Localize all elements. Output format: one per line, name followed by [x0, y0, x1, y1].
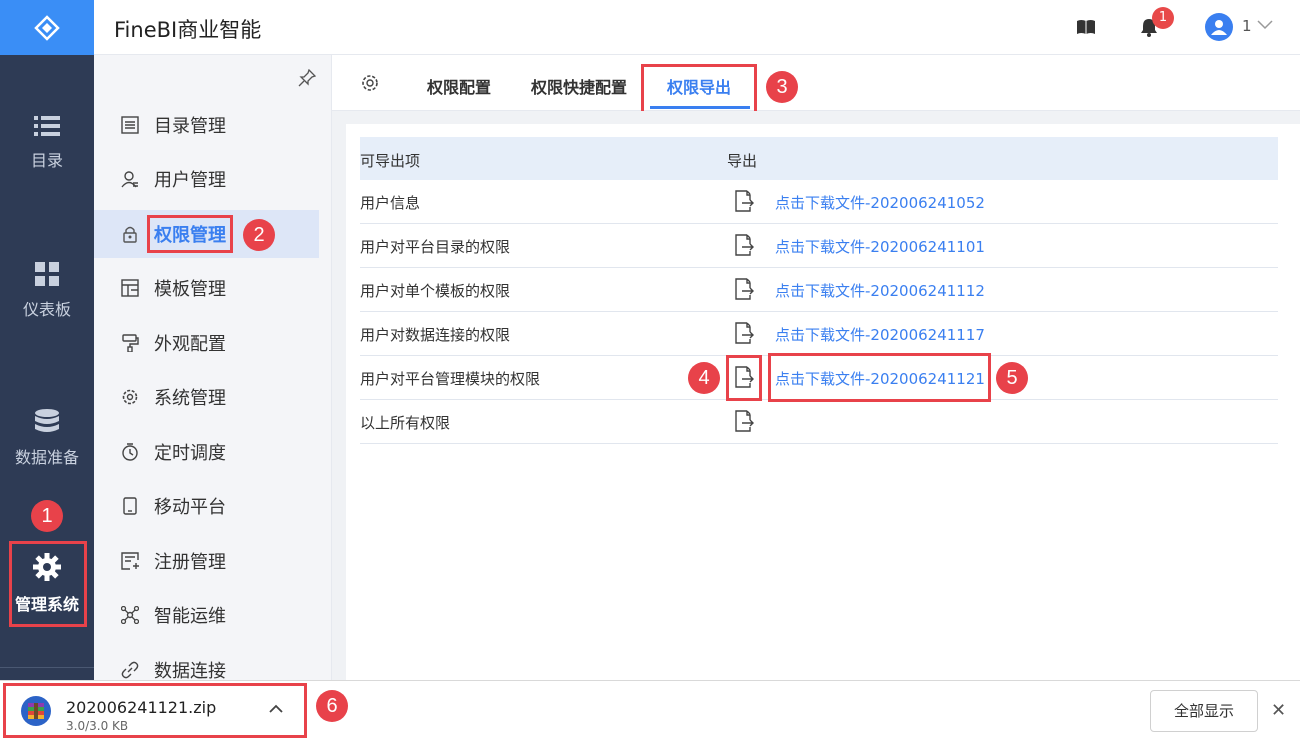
submenu-item-system[interactable]: 系统管理 [94, 373, 319, 421]
admin-submenu: 目录管理 用户管理 权限管理 模板管理 外观配置 系统管理 定时调度 移动平台 … [94, 55, 331, 682]
lock-icon [120, 224, 140, 244]
nav-label: 目录 [30, 151, 63, 170]
submenu-label: 目录管理 [154, 116, 226, 137]
annotation-box-1 [9, 541, 87, 627]
pin-icon[interactable] [298, 69, 316, 87]
table-row: 用户信息 点击下载文件-202006241052 [360, 180, 1278, 224]
user-icon [120, 169, 140, 189]
submenu-label: 系统管理 [154, 388, 226, 409]
annotation-marker-6: 6 [316, 690, 348, 722]
logo-icon [34, 14, 60, 41]
logo[interactable] [0, 0, 94, 55]
timer-icon [120, 442, 140, 462]
user-name[interactable]: 1 [1242, 17, 1252, 35]
annotation-marker-2: 2 [243, 219, 275, 251]
row-name: 用户对单个模板的权限 [360, 282, 511, 300]
export-file-icon[interactable] [734, 190, 754, 212]
show-all-button[interactable]: 全部显示 [1150, 690, 1258, 732]
nav-divider [0, 667, 94, 668]
annotation-box-5 [768, 353, 991, 402]
table-row: 用户对单个模板的权限 点击下载文件-202006241112 [360, 268, 1278, 312]
settings-icon[interactable] [360, 73, 380, 93]
submenu-label: 定时调度 [154, 443, 226, 464]
row-name: 用户对平台管理模块的权限 [360, 370, 541, 388]
template-icon [120, 278, 140, 298]
catalog-icon [120, 115, 140, 135]
submenu-item-schedule[interactable]: 定时调度 [94, 428, 319, 476]
nav-label: 数据准备 [14, 448, 79, 467]
tab-permission-config[interactable]: 权限配置 [427, 74, 491, 98]
submenu-label: 智能运维 [154, 606, 226, 627]
table-row: 以上所有权限 [360, 400, 1278, 444]
submenu-item-catalog[interactable]: 目录管理 [94, 101, 319, 149]
notification-badge: 1 [1152, 7, 1174, 29]
book-icon[interactable] [1076, 19, 1096, 35]
submenu-label: 权限管理 [147, 215, 233, 253]
submenu-item-permissions[interactable]: 权限管理 [94, 210, 319, 258]
table-row: 用户对数据连接的权限 点击下载文件-202006241117 [360, 312, 1278, 356]
avatar[interactable] [1205, 13, 1233, 41]
submenu-label: 注册管理 [154, 552, 226, 573]
submenu-label: 移动平台 [154, 497, 226, 518]
annotation-box-3 [641, 64, 757, 116]
nav-item-data-prep[interactable]: 数据准备 [0, 408, 94, 468]
annotation-marker-3: 3 [766, 71, 798, 103]
submenu-item-templates[interactable]: 模板管理 [94, 264, 319, 312]
download-link[interactable]: 点击下载文件-202006241101 [775, 236, 985, 257]
ops-icon [120, 605, 140, 625]
submenu-label: 用户管理 [154, 170, 226, 191]
tab-bar: 权限配置 权限快捷配置 权限导出 [332, 55, 1300, 116]
database-icon [35, 409, 59, 432]
link-icon [120, 660, 140, 680]
download-link[interactable]: 点击下载文件-202006241117 [775, 324, 985, 345]
export-file-icon[interactable] [734, 322, 754, 344]
list-icon [34, 116, 60, 136]
chevron-down-icon[interactable] [1257, 20, 1273, 30]
paint-icon [120, 333, 140, 353]
column-header-exportable: 可导出项 [360, 152, 421, 170]
mobile-icon [120, 496, 140, 516]
annotation-marker-4: 4 [688, 362, 720, 394]
download-link[interactable]: 点击下载文件-202006241112 [775, 280, 985, 301]
row-name: 用户对数据连接的权限 [360, 326, 511, 344]
close-icon[interactable]: ✕ [1271, 700, 1286, 721]
app-title: FineBI商业智能 [114, 18, 262, 42]
tab-permission-quick-config[interactable]: 权限快捷配置 [531, 74, 627, 98]
submenu-label: 外观配置 [154, 334, 226, 355]
table-row: 用户对平台目录的权限 点击下载文件-202006241101 [360, 224, 1278, 268]
top-header: FineBI商业智能 1 1 [94, 0, 1300, 55]
table-header [360, 137, 1278, 180]
column-header-export: 导出 [727, 152, 758, 170]
nav-item-dashboard[interactable]: 仪表板 [0, 262, 94, 320]
annotation-box-4 [726, 355, 762, 401]
export-file-icon[interactable] [734, 410, 754, 432]
export-file-icon[interactable] [734, 278, 754, 300]
nav-label: 仪表板 [22, 300, 71, 319]
nav-item-catalog[interactable]: 目录 [0, 115, 94, 171]
submenu-label: 模板管理 [154, 279, 226, 300]
settings-icon [120, 387, 140, 407]
annotation-box-6 [3, 683, 307, 738]
annotation-marker-1: 1 [31, 500, 63, 532]
submenu-item-mobile[interactable]: 移动平台 [94, 482, 319, 530]
submenu-item-users[interactable]: 用户管理 [94, 155, 319, 203]
annotation-marker-5: 5 [996, 362, 1028, 394]
row-name: 用户对平台目录的权限 [360, 238, 511, 256]
download-link[interactable]: 点击下载文件-202006241052 [775, 192, 985, 213]
export-file-icon[interactable] [734, 234, 754, 256]
user-avatar-icon [1211, 20, 1227, 35]
dashboard-icon [35, 262, 59, 286]
row-name: 以上所有权限 [360, 414, 451, 432]
register-icon [120, 551, 140, 571]
row-name: 用户信息 [360, 194, 421, 212]
submenu-item-ops[interactable]: 智能运维 [94, 591, 319, 639]
submenu-item-appearance[interactable]: 外观配置 [94, 319, 319, 367]
submenu-item-register[interactable]: 注册管理 [94, 537, 319, 585]
